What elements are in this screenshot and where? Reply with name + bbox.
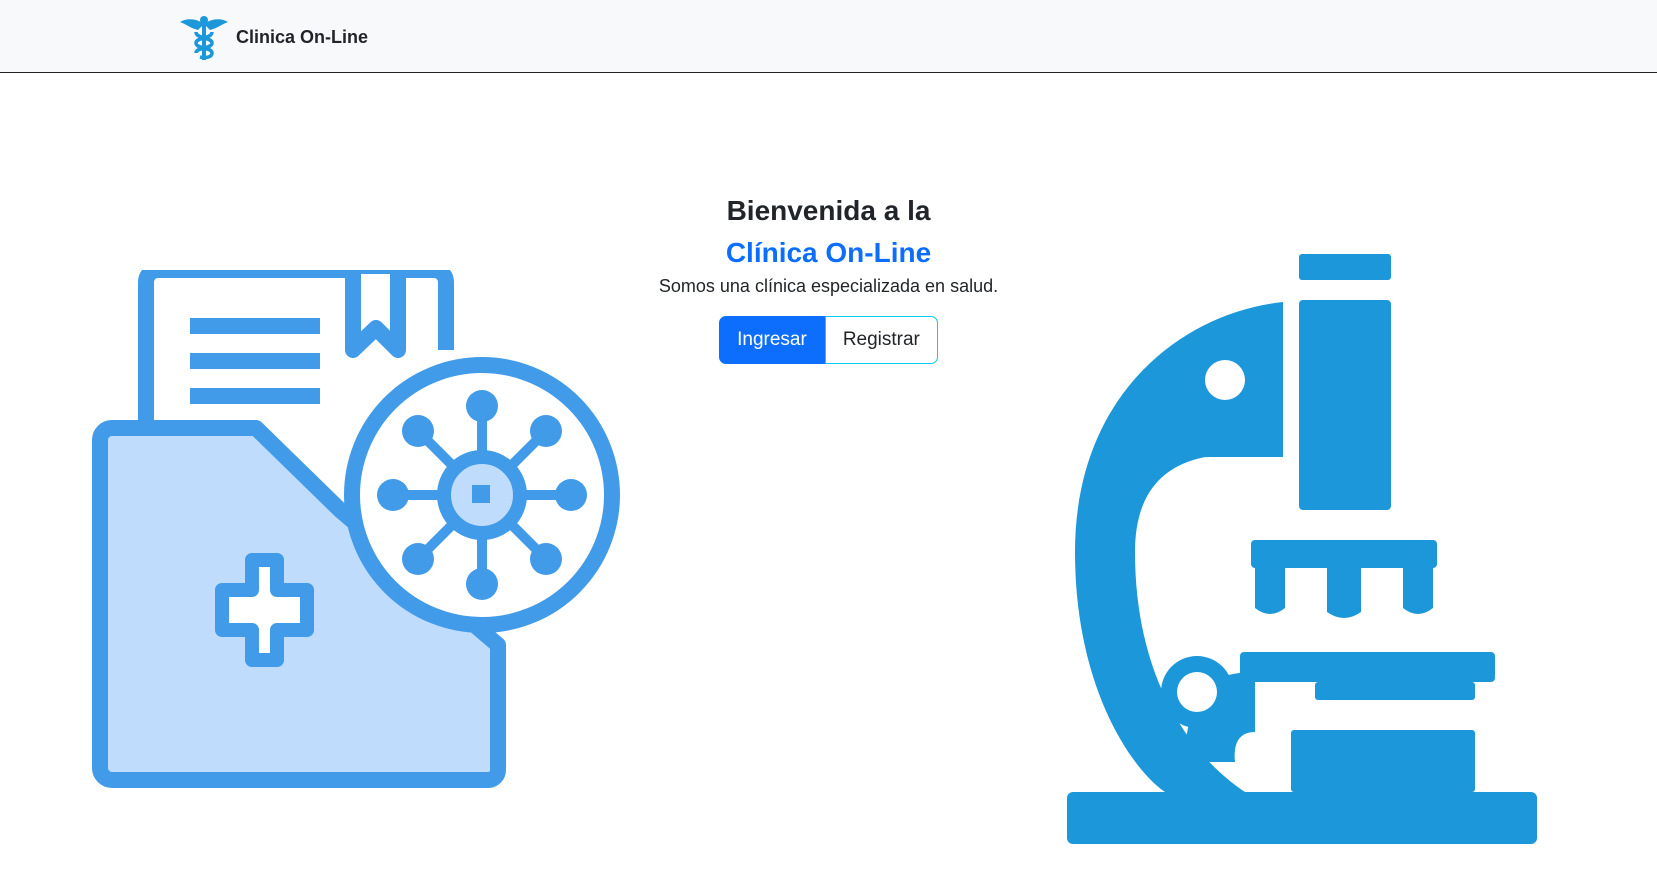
hero-title: Bienvenida a la: [726, 195, 931, 226]
brand-name: Clinica On-Line: [236, 26, 369, 47]
auth-button-group: Ingresar Registrar: [719, 316, 938, 364]
login-button[interactable]: Ingresar: [719, 316, 825, 364]
medical-folder-virus-icon: [92, 270, 620, 788]
microscope-icon: [1067, 254, 1537, 844]
caduceus-icon: [180, 16, 228, 60]
register-button[interactable]: Registrar: [824, 316, 938, 364]
brand-link[interactable]: Clinica On-Line: [178, 12, 368, 62]
navbar: Clinica On-Line: [0, 0, 1657, 73]
